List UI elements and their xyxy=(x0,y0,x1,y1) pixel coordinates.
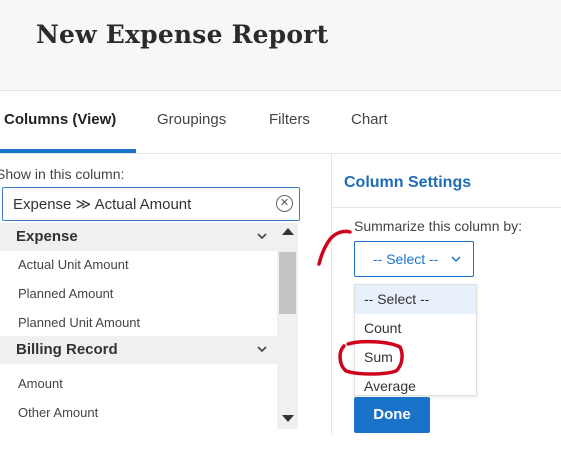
annotation-arrow-mark xyxy=(317,229,352,266)
annotation-circle-mark xyxy=(338,339,404,376)
page-bottom xyxy=(0,434,561,468)
annotation-overlay xyxy=(317,229,404,376)
